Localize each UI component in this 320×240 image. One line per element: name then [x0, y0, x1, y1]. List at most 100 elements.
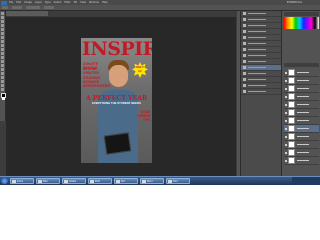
visibility-eye-icon[interactable] [285, 127, 287, 130]
history-brush-tool-icon[interactable] [1, 48, 4, 51]
taskbar-button[interactable]: Fold [166, 178, 190, 184]
pen-tool-icon[interactable] [1, 68, 4, 71]
desktop-screen: File Edit Image Layer Type Select Filter… [0, 0, 320, 183]
tool-preset-icon[interactable] [2, 6, 8, 9]
menu-select[interactable]: Select [54, 1, 62, 5]
taskbar-button[interactable]: Adobe [62, 178, 86, 184]
layer-row[interactable] [284, 125, 319, 133]
color-layers-panel [281, 11, 320, 181]
zoom-tool-icon[interactable] [1, 88, 4, 91]
visibility-eye-icon[interactable] [285, 151, 287, 154]
taskbar-button[interactable]: Doc [114, 178, 138, 184]
adjustment-icon [243, 12, 246, 15]
layer-name [297, 119, 309, 122]
adjustment-icon [243, 48, 246, 51]
layer-row[interactable] [284, 149, 319, 157]
layer-thumbnail [288, 101, 295, 108]
cover-line: OPPORTUNITIES [83, 84, 110, 88]
layer-thumbnail [288, 157, 295, 164]
visibility-eye-icon[interactable] [285, 95, 287, 98]
dodge-tool-icon[interactable] [1, 64, 4, 67]
magazine-cover[interactable]: INSPIRE ATHLETE PROFILE BECOME GREATER S… [81, 38, 152, 163]
menu-layer[interactable]: Layer [35, 1, 42, 5]
crop-tool-icon[interactable] [1, 28, 4, 31]
layer-row[interactable] [284, 69, 319, 77]
taskbar-button-label: Inbox [17, 180, 23, 183]
adjustment-icon [243, 90, 246, 93]
shape-tool-icon[interactable] [1, 80, 4, 83]
layer-name [297, 159, 309, 162]
start-button[interactable] [1, 178, 8, 184]
taskbar-button[interactable]: Phot [88, 178, 112, 184]
layer-row[interactable] [284, 157, 319, 165]
cover-subline: EVERYTHING THE STUDENT NEEDS [92, 101, 141, 105]
visibility-eye-icon[interactable] [285, 71, 287, 74]
eyedropper-tool-icon[interactable] [1, 32, 4, 35]
taskbar-button[interactable]: Inbox [10, 178, 34, 184]
adjustment-icon [243, 72, 246, 75]
visibility-eye-icon[interactable] [285, 135, 287, 138]
type-tool-icon[interactable] [1, 72, 4, 75]
path-select-tool-icon[interactable] [1, 76, 4, 79]
marquee-tool-icon[interactable] [1, 16, 4, 19]
move-tool-icon[interactable] [1, 12, 4, 15]
adjustment-label [248, 18, 266, 21]
option-control[interactable] [26, 6, 40, 9]
layer-name [297, 143, 309, 146]
menu-help[interactable]: Help [102, 1, 108, 5]
taskbar-button[interactable]: Wind [140, 178, 164, 184]
menu-3d[interactable]: 3D [74, 1, 78, 5]
hand-tool-icon[interactable] [1, 84, 4, 87]
adjustment-row[interactable] [241, 89, 281, 95]
eraser-tool-icon[interactable] [1, 52, 4, 55]
lasso-tool-icon[interactable] [1, 20, 4, 23]
blur-tool-icon[interactable] [1, 60, 4, 63]
layer-row[interactable] [284, 85, 319, 93]
healing-tool-icon[interactable] [1, 36, 4, 39]
layer-row[interactable] [284, 93, 319, 101]
layer-row[interactable] [284, 109, 319, 117]
taskbar-button[interactable]: Mail [36, 178, 60, 184]
option-control[interactable] [12, 6, 22, 9]
system-tray-clock[interactable] [292, 177, 320, 185]
layer-thumbnail [288, 149, 295, 156]
layer-row[interactable] [284, 101, 319, 109]
layer-row[interactable] [284, 77, 319, 85]
layers-panel-header[interactable] [284, 63, 319, 67]
layer-name [297, 95, 309, 98]
menu-type[interactable]: Type [45, 1, 51, 5]
gradient-tool-icon[interactable] [1, 56, 4, 59]
background-color-swatch[interactable] [2, 97, 5, 100]
menu-edit[interactable]: Edit [16, 1, 21, 5]
layer-row[interactable] [284, 133, 319, 141]
visibility-eye-icon[interactable] [285, 87, 287, 90]
layer-thumbnail [288, 69, 295, 76]
adjustment-label [248, 72, 266, 75]
brush-tool-icon[interactable] [1, 40, 4, 43]
color-panel-header[interactable] [284, 12, 319, 16]
menu-file[interactable]: File [9, 1, 13, 5]
menu-filter[interactable]: Filter [64, 1, 70, 5]
adjustment-label [248, 12, 266, 15]
adjustment-label [248, 84, 266, 87]
menu-view[interactable]: View [80, 1, 86, 5]
menu-window[interactable]: Window [89, 1, 99, 5]
visibility-eye-icon[interactable] [285, 103, 287, 106]
visibility-eye-icon[interactable] [285, 143, 287, 146]
layer-row[interactable] [284, 141, 319, 149]
color-swatches[interactable] [284, 17, 319, 29]
layer-row[interactable] [284, 117, 319, 125]
visibility-eye-icon[interactable] [285, 159, 287, 162]
adjustment-label [248, 48, 266, 51]
menu-image[interactable]: Image [24, 1, 32, 5]
stamp-tool-icon[interactable] [1, 44, 4, 47]
app-icon [116, 180, 120, 183]
visibility-eye-icon[interactable] [285, 111, 287, 114]
workspace-switcher[interactable]: ESSENTIALS [287, 1, 302, 4]
document-tab[interactable] [6, 11, 48, 16]
quick-select-tool-icon[interactable] [1, 24, 4, 27]
adjustment-icon [243, 36, 246, 39]
visibility-eye-icon[interactable] [285, 119, 287, 122]
visibility-eye-icon[interactable] [285, 79, 287, 82]
option-control[interactable] [44, 6, 54, 9]
